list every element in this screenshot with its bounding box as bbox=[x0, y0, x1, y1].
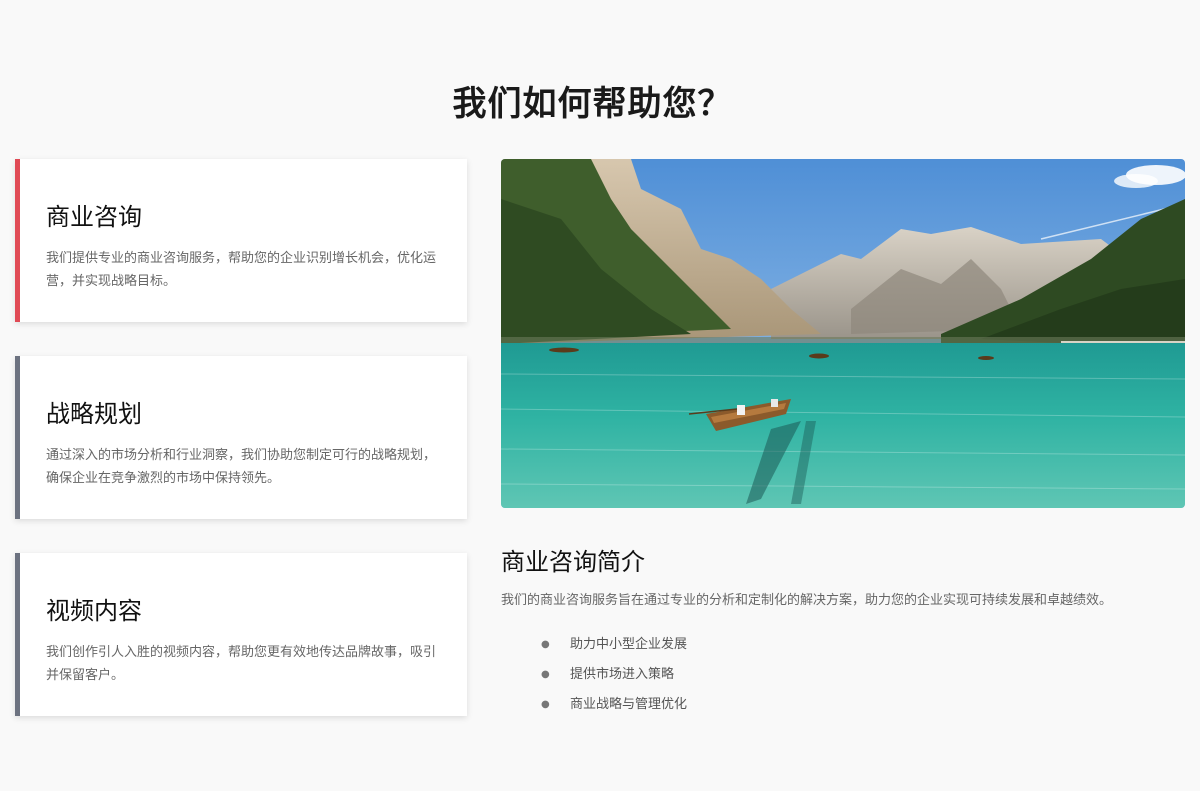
service-card-description: 我们创作引人入胜的视频内容，帮助您更有效地传达品牌故事，吸引并保留客户。 bbox=[46, 645, 437, 683]
bullet-icon: ● bbox=[541, 699, 550, 710]
service-card-list: 商业咨询 我们提供专业的商业咨询服务，帮助您的企业识别增长机会，优化运营，并实现… bbox=[15, 159, 467, 750]
list-item: ● 助力中小型企业发展 bbox=[541, 630, 1185, 660]
intro-description: 我们的商业咨询服务旨在通过专业的分析和定制化的解决方案，助力您的企业实现可持续发… bbox=[501, 593, 1113, 608]
service-card-business-consulting[interactable]: 商业咨询 我们提供专业的商业咨询服务，帮助您的企业识别增长机会，优化运营，并实现… bbox=[15, 159, 467, 322]
list-item: ● 提供市场进入策略 bbox=[541, 660, 1185, 690]
intro-feature-list: ● 助力中小型企业发展 ● 提供市场进入策略 ● 商业战略与管理优化 bbox=[541, 630, 1185, 720]
list-item-label: 助力中小型企业发展 bbox=[570, 637, 688, 652]
service-card-video-content[interactable]: 视频内容 我们创作引人入胜的视频内容，帮助您更有效地传达品牌故事，吸引并保留客户… bbox=[15, 553, 467, 716]
list-item-label: 商业战略与管理优化 bbox=[570, 697, 688, 712]
service-card-title: 商业咨询 bbox=[46, 203, 142, 231]
intro-section: 商业咨询简介 我们的商业咨询服务旨在通过专业的分析和定制化的解决方案，助力您的企… bbox=[501, 546, 1185, 720]
service-card-title: 视频内容 bbox=[46, 597, 142, 625]
list-item-label: 提供市场进入策略 bbox=[570, 667, 675, 682]
service-card-description: 通过深入的市场分析和行业洞察，我们协助您制定可行的战略规划，确保企业在竞争激烈的… bbox=[46, 448, 437, 486]
hero-image-mountain-lake bbox=[501, 159, 1185, 508]
service-card-title: 战略规划 bbox=[46, 400, 142, 428]
list-item: ● 商业战略与管理优化 bbox=[541, 690, 1185, 720]
bullet-icon: ● bbox=[541, 639, 550, 650]
service-card-description: 我们提供专业的商业咨询服务，帮助您的企业识别增长机会，优化运营，并实现战略目标。 bbox=[46, 251, 437, 289]
bullet-icon: ● bbox=[541, 669, 550, 680]
intro-title: 商业咨询简介 bbox=[501, 548, 645, 576]
service-card-strategy-planning[interactable]: 战略规划 通过深入的市场分析和行业洞察，我们协助您制定可行的战略规划，确保企业在… bbox=[15, 356, 467, 519]
page-title: 我们如何帮助您？ bbox=[452, 84, 733, 124]
